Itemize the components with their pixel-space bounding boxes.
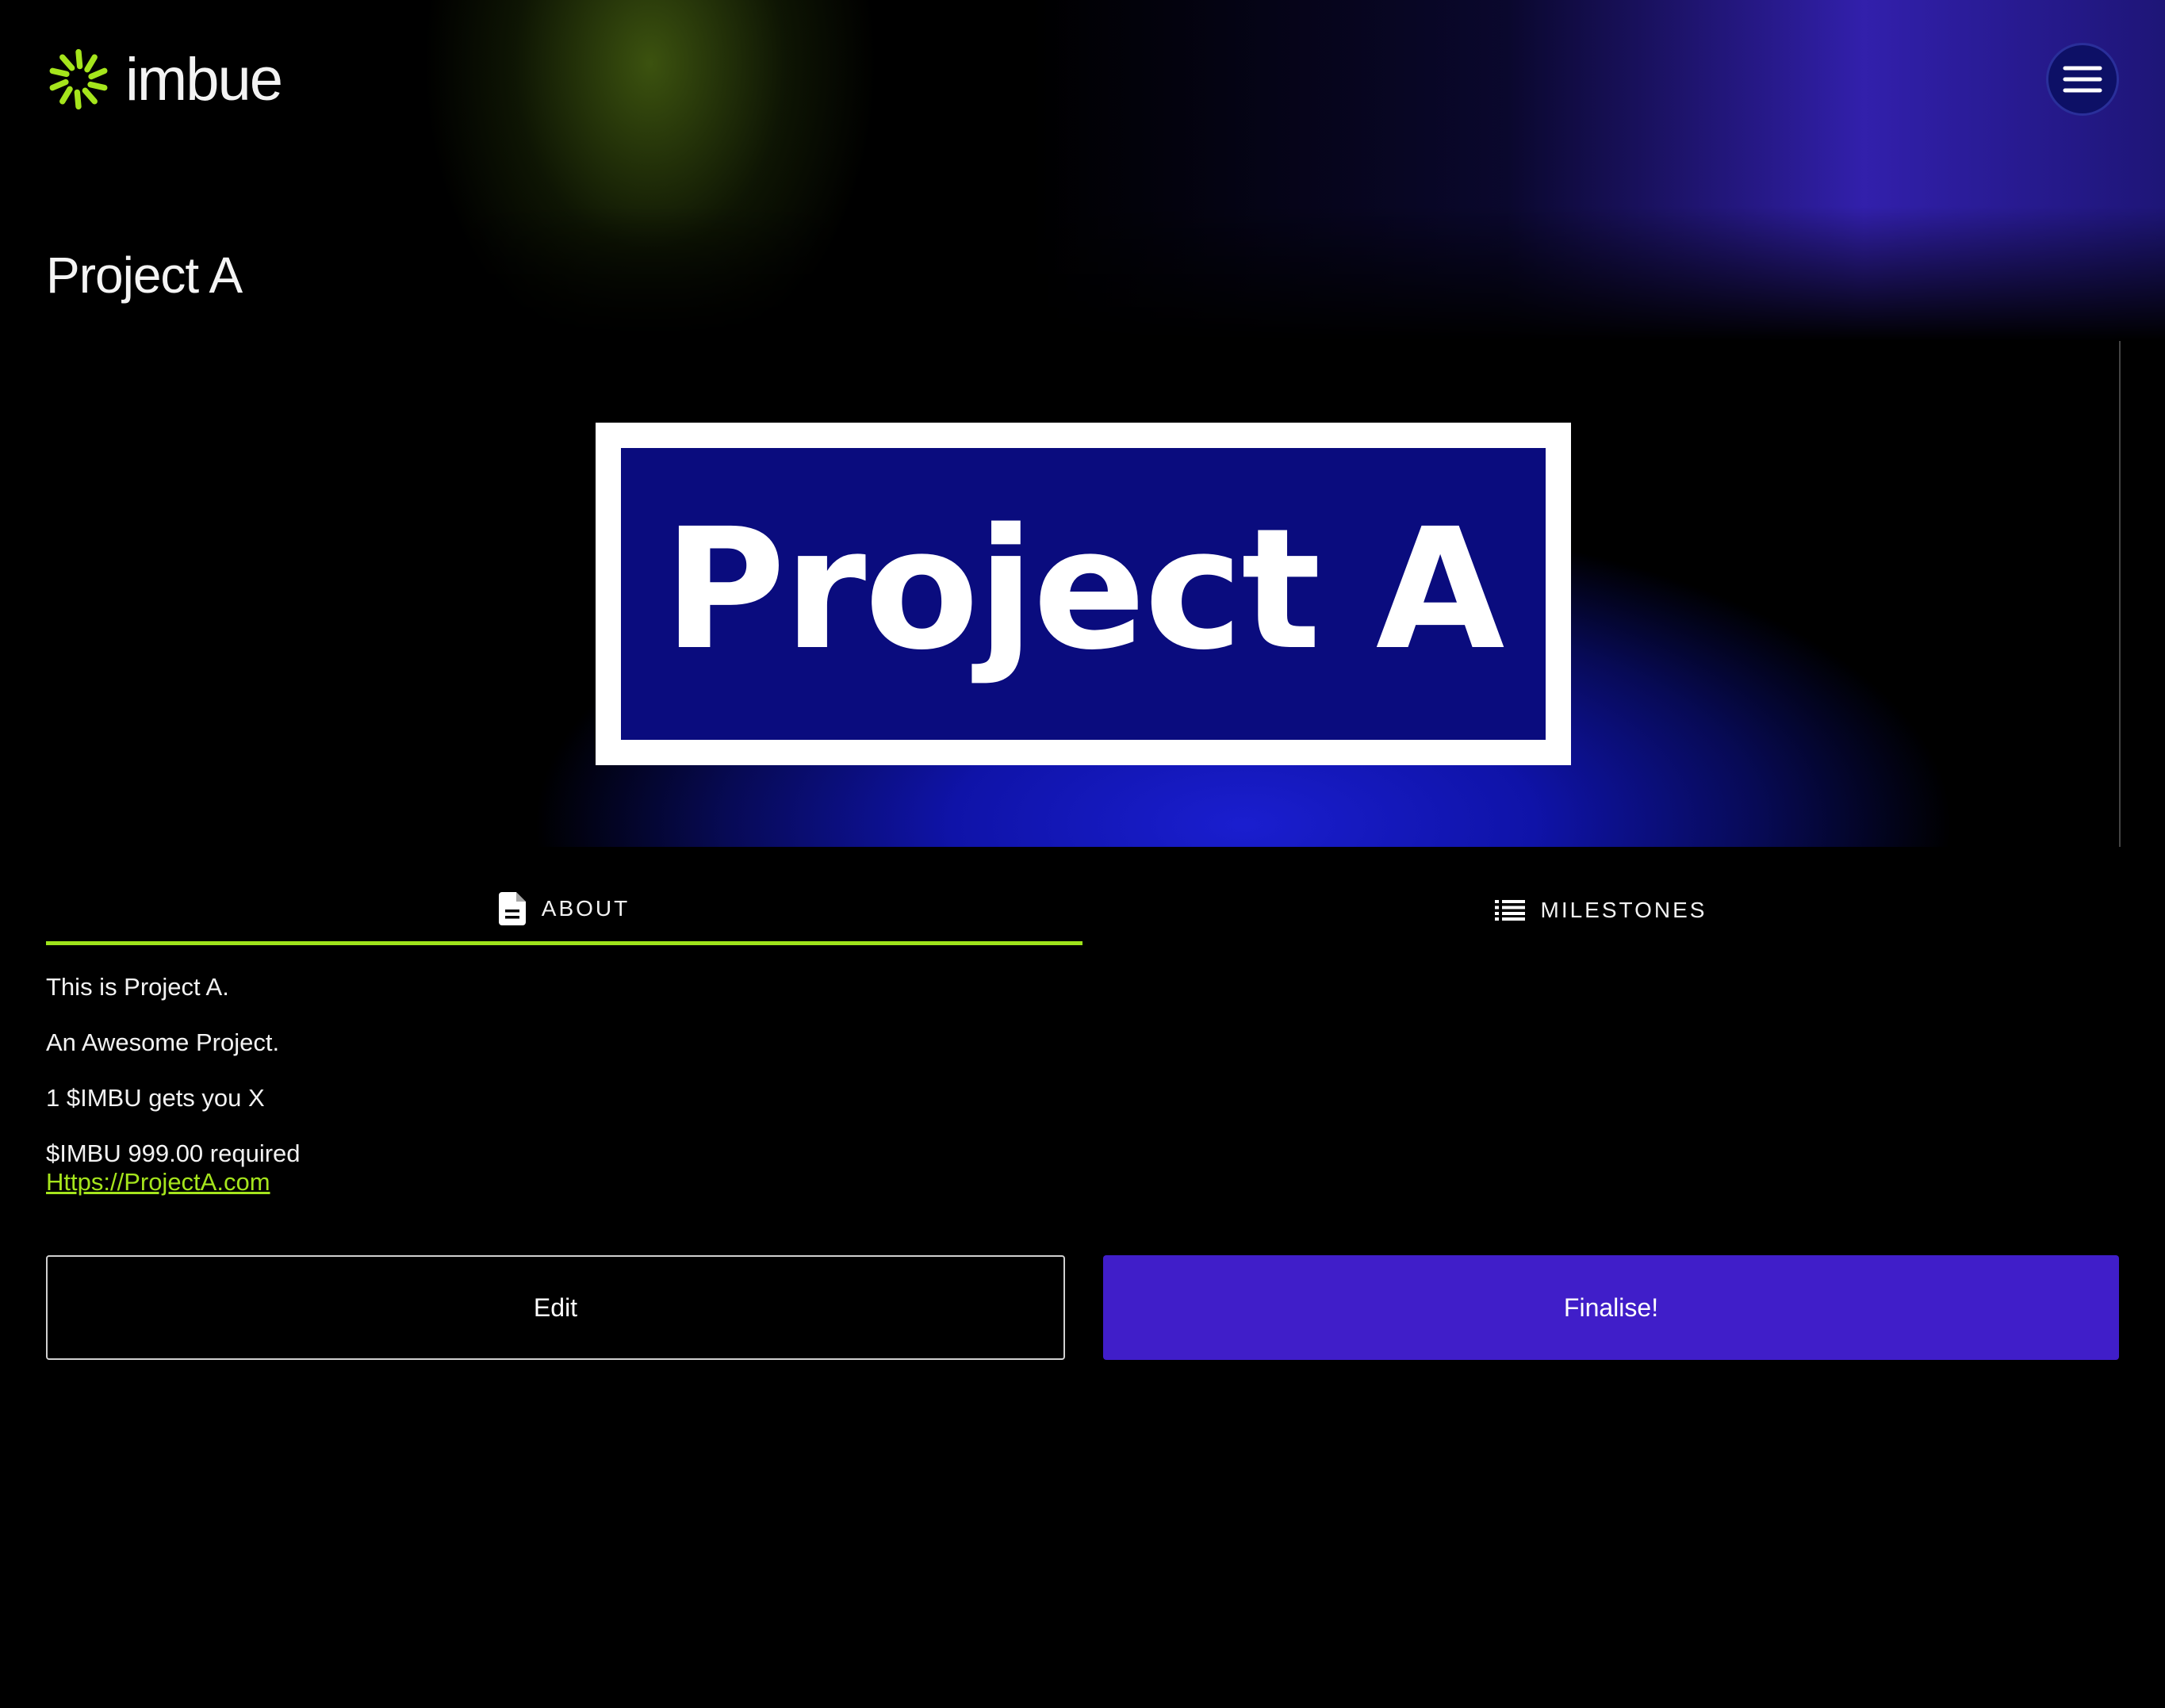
hamburger-menu-icon	[2063, 66, 2102, 93]
tab-about-label: ABOUT	[541, 895, 630, 921]
menu-button[interactable]	[2046, 43, 2119, 116]
page-title: Project A	[46, 247, 243, 304]
banner-text: Project A	[663, 492, 1505, 687]
imbue-logo-icon	[49, 48, 108, 110]
tab-milestones[interactable]: MILESTONES	[1082, 875, 2119, 945]
project-website-link[interactable]: Https://ProjectA.com	[46, 1168, 270, 1196]
finalise-button[interactable]: Finalise!	[1103, 1255, 2119, 1360]
about-line-3: 1 $IMBU gets you X	[46, 1084, 265, 1112]
banner-frame: Project A	[596, 423, 1571, 765]
edit-button[interactable]: Edit	[46, 1255, 1065, 1360]
about-content: This is Project A. An Awesome Project. 1…	[46, 973, 301, 1224]
background-glow	[0, 0, 2165, 1708]
tab-about[interactable]: ABOUT	[46, 875, 1082, 945]
project-tabs: ABOUT MILESTONES	[46, 875, 2119, 945]
project-banner-image: Project A	[46, 341, 2121, 847]
list-icon	[1494, 900, 1525, 921]
document-icon	[498, 891, 526, 925]
edit-button-label: Edit	[533, 1292, 578, 1322]
funding-required: $IMBU 999.00 required	[46, 1139, 301, 1168]
top-navbar: imbue	[46, 40, 2119, 119]
about-line-2: An Awesome Project.	[46, 1028, 280, 1057]
finalise-button-label: Finalise!	[1563, 1292, 1659, 1322]
brand-home-link[interactable]: imbue	[46, 45, 283, 114]
brand-name: imbue	[125, 45, 283, 113]
tab-milestones-label: MILESTONES	[1540, 898, 1707, 922]
about-line-1: This is Project A.	[46, 973, 229, 1001]
